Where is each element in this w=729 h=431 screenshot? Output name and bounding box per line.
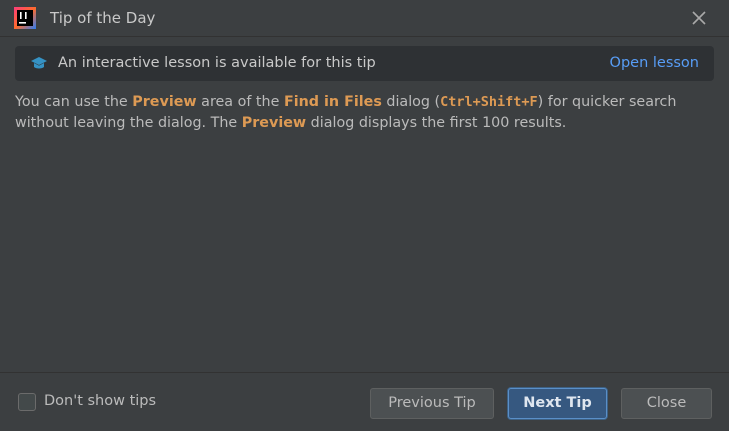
dialog-title: Tip of the Day [50, 9, 156, 27]
tip-highlight: Preview [132, 94, 197, 110]
tip-segment: area of the [196, 94, 284, 110]
intellij-idea-icon [14, 7, 36, 29]
tip-segment: dialog displays the first 100 results. [306, 115, 567, 131]
tip-segment: dialog ( [381, 94, 441, 110]
lesson-banner-text: An interactive lesson is available for t… [58, 55, 376, 71]
graduation-cap-icon [30, 56, 48, 72]
previous-tip-button[interactable]: Previous Tip [370, 388, 494, 419]
next-tip-button[interactable]: Next Tip [508, 388, 607, 419]
tip-of-the-day-dialog: Tip of the Day An interactive lesson is … [0, 0, 729, 431]
dont-show-tips-checkbox[interactable] [18, 393, 36, 411]
tip-text: You can use the Preview area of the Find… [15, 92, 705, 134]
close-button[interactable]: Close [621, 388, 712, 419]
open-lesson-link[interactable]: Open lesson [610, 55, 699, 71]
tip-segment: You can use the [15, 94, 133, 110]
title-bar: Tip of the Day [0, 0, 729, 37]
tip-highlight: Preview [241, 115, 307, 131]
tip-shortcut: Ctrl+Shift+F [440, 94, 538, 110]
dont-show-tips-label[interactable]: Don't show tips [44, 393, 156, 409]
tip-highlight: Find in Files [283, 94, 382, 110]
dialog-footer: Don't show tips Previous Tip Next Tip Cl… [0, 373, 729, 431]
close-icon[interactable] [690, 9, 708, 27]
lesson-banner: An interactive lesson is available for t… [15, 46, 714, 81]
